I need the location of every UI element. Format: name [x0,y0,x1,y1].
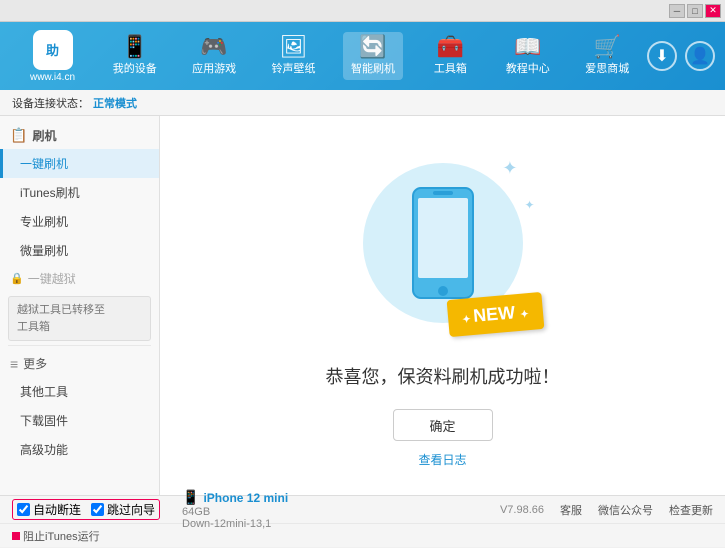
nav-tutorial[interactable]: 📖 教程中心 [498,32,558,80]
auto-disconnect-checkbox[interactable]: 自动断连 [17,501,81,518]
sidebar-item-itunes-flash[interactable]: iTunes刷机 [0,178,159,207]
bottom-right: V7.98.66 客服 微信公众号 检查更新 [500,502,713,518]
sidebar-jailbreak-note: 越狱工具已转移至工具箱 [8,296,151,341]
disabled-label: 一键越狱 [28,270,76,287]
nav-ringtone-label: 铃声壁纸 [272,60,316,76]
logo-url: www.i4.cn [30,72,75,83]
nav-tutorial-label: 教程中心 [506,60,550,76]
one-key-flash-label: 一键刷机 [20,157,68,171]
nav-items: 📱 我的设备 🎮 应用游戏 🖼 铃声壁纸 🔄 智能刷机 🧰 工具箱 📖 教程中心… [95,32,647,80]
flash-section-icon: 📋 [10,127,27,144]
nav-right: ⬇ 👤 [647,41,715,71]
device-model: Down-12mini-13,1 [182,518,288,530]
bottom-left: 自动断连 跳过向导 📱 iPhone 12 mini 64GB Down-12m… [12,489,500,530]
nav-store[interactable]: 🛒 爱思商城 [577,32,637,80]
skip-wizard-label: 跳过向导 [107,501,155,518]
skip-wizard-input[interactable] [91,503,104,516]
download-button[interactable]: ⬇ [647,41,677,71]
auto-disconnect-input[interactable] [17,503,30,516]
sidebar-note-text: 越狱工具已转移至工具箱 [17,304,105,333]
logo[interactable]: 助 www.i4.cn [10,30,95,83]
content-area: ✦ ✦ NEW 恭喜您，保资料刷机成功啦！ 确定 查看日志 [160,116,725,495]
nav-my-device[interactable]: 📱 我的设备 [105,32,165,80]
stop-icon [12,532,20,540]
nav-store-label: 爱思商城 [585,60,629,76]
lock-icon: 🔒 [10,272,24,285]
micro-flash-label: 微量刷机 [20,244,68,258]
sidebar-item-pro-flash[interactable]: 专业刷机 [0,207,159,236]
nav-smart-flash-icon: 🔄 [359,36,386,58]
more-section-label: 更多 [23,355,47,372]
device-phone-icon: 📱 [182,489,199,506]
wechat-link[interactable]: 微信公众号 [598,502,653,518]
nav-my-device-label: 我的设备 [113,60,157,76]
device-info: 📱 iPhone 12 mini 64GB Down-12mini-13,1 [182,489,288,530]
minimize-button[interactable]: ─ [669,4,685,18]
sidebar-item-one-key-flash[interactable]: 一键刷机 [0,149,159,178]
status-label: 设备连接状态： [12,95,89,111]
nav-smart-flash-label: 智能刷机 [351,60,395,76]
pro-flash-label: 专业刷机 [20,215,68,229]
sidebar: 📋 刷机 一键刷机 iTunes刷机 专业刷机 微量刷机 🔒 一键越狱 越狱工具… [0,116,160,495]
nav-store-icon: 🛒 [594,36,621,58]
sidebar-item-download-firmware[interactable]: 下载固件 [0,406,159,435]
skip-wizard-checkbox[interactable]: 跳过向导 [91,501,155,518]
nav-apps-games-icon: 🎮 [200,36,227,58]
success-text: 恭喜您，保资料刷机成功啦！ [326,363,560,389]
confirm-button[interactable]: 确定 [393,409,493,441]
nav-toolbox-icon: 🧰 [437,36,464,58]
stop-itunes-button[interactable]: 阻止iTunes运行 [12,528,100,544]
device-storage: 64GB [182,506,288,518]
nav-ringtone-icon: 🖼 [280,36,308,58]
user-button[interactable]: 👤 [685,41,715,71]
header: 助 www.i4.cn 📱 我的设备 🎮 应用游戏 🖼 铃声壁纸 🔄 智能刷机 … [0,22,725,90]
nav-toolbox-label: 工具箱 [434,60,467,76]
flash-section-label: 刷机 [32,127,56,144]
download-firmware-label: 下载固件 [20,414,68,428]
sparkle2-icon: ✦ [524,198,534,212]
status-bar: 设备连接状态： 正常模式 [0,90,725,116]
sidebar-divider [8,345,151,346]
other-tools-label: 其他工具 [20,385,68,399]
version-label: V7.98.66 [500,504,544,516]
nav-apps-games-label: 应用游戏 [192,60,236,76]
nav-ringtone[interactable]: 🖼 铃声壁纸 [264,32,324,80]
auto-disconnect-label: 自动断连 [33,501,81,518]
status-value: 正常模式 [93,95,137,111]
close-button[interactable]: ✕ [705,4,721,18]
sparkle1-icon: ✦ [502,158,517,179]
nav-apps-games[interactable]: 🎮 应用游戏 [184,32,244,80]
stop-itunes-label: 阻止iTunes运行 [23,528,100,544]
restore-button[interactable]: □ [687,4,703,18]
sidebar-section-more: ≡ 更多 [0,350,159,377]
bottom-top-row: 自动断连 跳过向导 📱 iPhone 12 mini 64GB Down-12m… [0,496,725,524]
nav-tutorial-icon: 📖 [514,36,541,58]
phone-svg [408,183,478,303]
checkbox-container: 自动断连 跳过向导 [12,499,160,520]
check-update-link[interactable]: 检查更新 [669,502,713,518]
nav-smart-flash[interactable]: 🔄 智能刷机 [343,32,403,80]
sidebar-item-jailbreak-disabled: 🔒 一键越狱 [0,265,159,292]
main-layout: 📋 刷机 一键刷机 iTunes刷机 专业刷机 微量刷机 🔒 一键越狱 越狱工具… [0,116,725,495]
customer-service-link[interactable]: 客服 [560,502,582,518]
bottom-combined: 自动断连 跳过向导 📱 iPhone 12 mini 64GB Down-12m… [0,495,725,547]
new-badge: NEW [446,292,543,337]
nav-my-device-icon: 📱 [121,36,148,58]
sidebar-item-advanced[interactable]: 高级功能 [0,435,159,464]
sidebar-section-flash: 📋 刷机 [0,122,159,149]
itunes-flash-label: iTunes刷机 [20,186,80,200]
title-bar: ─ □ ✕ [0,0,725,22]
sidebar-item-other-tools[interactable]: 其他工具 [0,377,159,406]
advanced-label: 高级功能 [20,443,68,457]
return-link[interactable]: 查看日志 [418,451,466,468]
device-name: iPhone 12 mini [203,491,288,505]
logo-icon: 助 [33,30,73,70]
sidebar-item-micro-flash[interactable]: 微量刷机 [0,236,159,265]
success-illustration: ✦ ✦ NEW [343,143,543,343]
nav-toolbox[interactable]: 🧰 工具箱 [422,32,478,80]
